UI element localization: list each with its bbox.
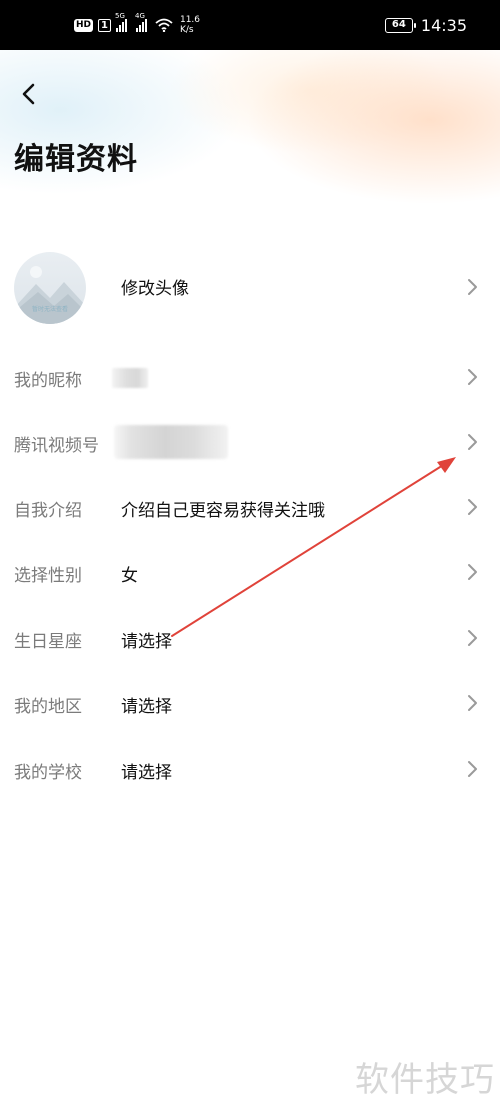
- speed-unit: K/s: [179, 25, 194, 35]
- field-value: 请选择: [121, 697, 172, 717]
- chevron-right-icon: [468, 434, 477, 450]
- page-title: 编辑资料: [14, 142, 138, 177]
- chevron-right-icon: [468, 695, 477, 711]
- status-right: 64 14:35: [384, 14, 467, 36]
- back-arrow-icon: [22, 83, 35, 105]
- field-value: 介绍自己更容易获得关注哦: [121, 501, 325, 521]
- hd-sim-badge: 1: [98, 18, 111, 32]
- avatar-row[interactable]: 暂时无法查看 修改头像: [0, 248, 500, 324]
- field-row-school[interactable]: 我的学校 请选择: [0, 744, 500, 794]
- battery-icon: 64: [384, 17, 416, 33]
- image-placeholder-icon: [14, 266, 86, 324]
- field-label: 我的地区: [14, 697, 82, 717]
- watermark: 软件技巧: [355, 1060, 495, 1100]
- avatar-placeholder-caption: 暂时无法查看: [31, 306, 68, 313]
- field-label: 我的昵称: [14, 371, 82, 391]
- hd-badge: HD: [74, 18, 94, 32]
- chevron-right-icon: [468, 630, 477, 646]
- field-row-gender[interactable]: 选择性别 女: [0, 547, 500, 597]
- chevron-right-icon: [468, 564, 477, 580]
- signal-icon: 4G: [135, 12, 147, 32]
- clock: 14:35: [420, 15, 467, 35]
- video-id-value-redacted: [114, 425, 228, 459]
- chevron-right-icon: [468, 761, 477, 777]
- edit-profile-screen: HD 1 5G 4G 11.6 K/s 64 14:35 编辑资料 暂时无法查看…: [0, 0, 500, 1111]
- signal-icon: 5G: [115, 12, 127, 32]
- field-row-bio[interactable]: 自我介绍 介绍自己更容易获得关注哦: [0, 482, 500, 532]
- wifi-icon: [155, 18, 173, 32]
- network-speed: 11.6 K/s: [180, 15, 200, 35]
- chevron-right-icon: [468, 499, 477, 515]
- field-label: 生日星座: [14, 632, 82, 652]
- field-value: 女: [121, 566, 138, 586]
- field-label: 我的学校: [14, 763, 82, 783]
- speed-value: 11.6: [179, 15, 201, 25]
- field-value: 请选择: [121, 632, 172, 652]
- avatar[interactable]: 暂时无法查看: [14, 252, 86, 324]
- network-type-label: 4G: [134, 12, 145, 20]
- field-row-nickname[interactable]: 我的昵称: [0, 352, 500, 402]
- change-avatar-label: 修改头像: [121, 279, 189, 299]
- chevron-right-icon: [468, 279, 477, 295]
- field-row-birthday-zodiac[interactable]: 生日星座 请选择: [0, 613, 500, 663]
- field-label: 自我介绍: [14, 501, 82, 521]
- nickname-value-redacted: [112, 368, 148, 388]
- field-row-region[interactable]: 我的地区 请选择: [0, 678, 500, 728]
- status-bar: HD 1 5G 4G 11.6 K/s 64 14:35: [0, 0, 500, 50]
- network-type-label: 5G: [114, 12, 125, 20]
- field-label: 腾讯视频号: [14, 436, 99, 456]
- field-label: 选择性别: [14, 566, 82, 586]
- field-value: 请选择: [121, 763, 172, 783]
- chevron-right-icon: [468, 369, 477, 385]
- status-left: HD 1 5G 4G 11.6 K/s: [74, 12, 200, 36]
- back-button[interactable]: [14, 78, 46, 110]
- field-row-tencent-video-id[interactable]: 腾讯视频号: [0, 417, 500, 467]
